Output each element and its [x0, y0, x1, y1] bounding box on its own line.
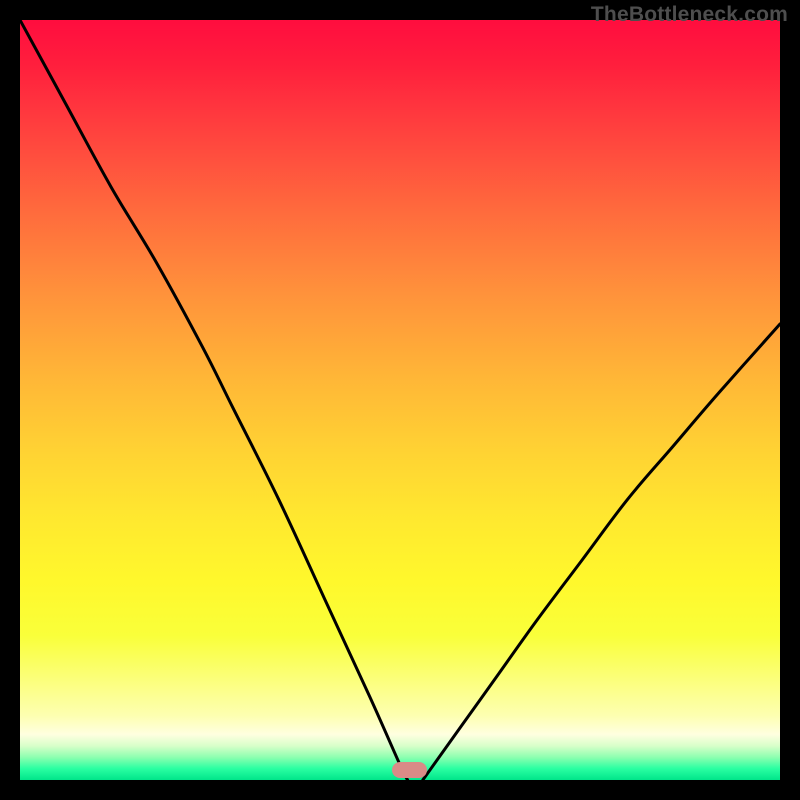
curve-left-branch	[20, 20, 408, 780]
plot-area	[20, 20, 780, 780]
curve-right-branch	[423, 324, 780, 780]
chart-frame: TheBottleneck.com	[0, 0, 800, 800]
watermark-text: TheBottleneck.com	[591, 3, 788, 27]
chart-curve-layer	[20, 20, 780, 780]
bottleneck-marker	[392, 762, 426, 778]
